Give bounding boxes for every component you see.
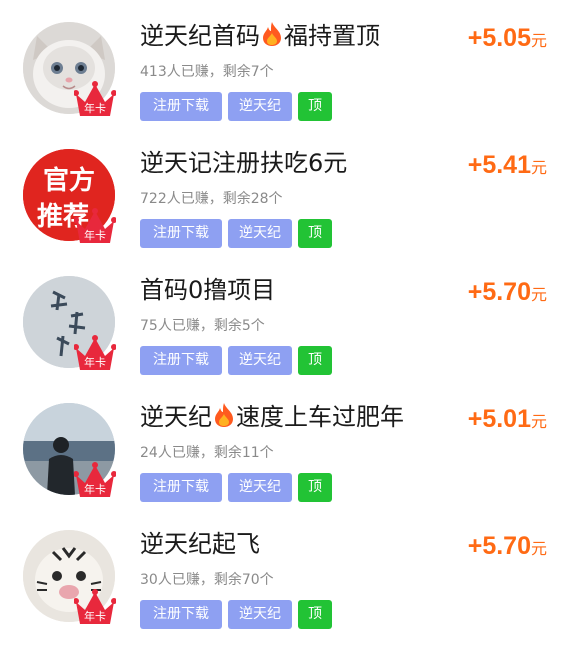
pin-top-tag[interactable]: 顶 — [298, 92, 332, 121]
crown-icon: 年卡 — [74, 335, 116, 370]
reward-amount: +5.70元 — [468, 532, 547, 561]
fire-icon — [263, 22, 281, 46]
avatar: 官方 推荐 年卡 — [23, 149, 117, 243]
item-stats: 75人已赚，剩余5个 — [140, 318, 265, 334]
avatar-text: 官方 — [43, 165, 95, 196]
avatar: 年卡 — [23, 403, 117, 497]
register-download-button[interactable]: 注册下载 — [140, 600, 222, 629]
register-download-button[interactable]: 注册下载 — [140, 219, 222, 248]
item-title: 逆天纪首码 福持置顶 — [140, 20, 380, 52]
title-part: 首码0撸项目 — [140, 276, 276, 304]
brand-tag[interactable]: 逆天纪 — [228, 92, 292, 121]
title-part: 速度上车过肥年 — [236, 403, 404, 431]
task-item[interactable]: 年卡 首码0撸项目 75人已赚，剩余5个 注册下载 逆天纪 顶 +5.70元 — [0, 254, 571, 381]
brand-tag[interactable]: 逆天纪 — [228, 600, 292, 629]
avatar: 年卡 — [23, 530, 117, 624]
badge-label: 年卡 — [84, 228, 106, 242]
reward-value: +5.70 — [467, 278, 531, 306]
task-item[interactable]: 年卡 逆天纪起飞 30人已赚，剩余70个 注册下载 逆天纪 顶 +5.70元 — [0, 508, 571, 635]
title-part: 逆天记注册扶吃6元 — [140, 149, 348, 177]
reward-unit: 元 — [530, 287, 547, 304]
task-item[interactable]: 年卡 逆天纪 速度上车过肥年 24人已赚，剩余11个 注册下载 逆天纪 顶 +5.… — [0, 381, 571, 508]
badge-label: 年卡 — [84, 609, 106, 623]
reward-unit: 元 — [530, 414, 547, 431]
register-download-button[interactable]: 注册下载 — [140, 346, 222, 375]
item-title: 逆天纪起飞 — [140, 528, 260, 560]
reward-value: +5.70 — [467, 532, 531, 560]
item-title: 首码0撸项目 — [140, 274, 275, 306]
reward-value: +5.41 — [467, 151, 531, 179]
crown-icon: 年卡 — [74, 208, 116, 243]
reward-amount: +5.01元 — [468, 405, 547, 434]
reward-value: +5.01 — [467, 405, 531, 433]
task-item[interactable]: 年卡 逆天纪首码 福持置顶 413人已赚，剩余7个 注册下载 逆天纪 顶 +5.0… — [0, 0, 571, 127]
reward-unit: 元 — [530, 541, 547, 558]
title-part: 福持置顶 — [284, 22, 380, 50]
item-title: 逆天纪 速度上车过肥年 — [140, 401, 404, 433]
avatar: 年卡 — [23, 22, 117, 116]
pin-top-tag[interactable]: 顶 — [298, 219, 332, 248]
brand-tag[interactable]: 逆天纪 — [228, 473, 292, 502]
fire-icon — [215, 403, 233, 427]
crown-icon: 年卡 — [74, 589, 116, 624]
brand-tag[interactable]: 逆天纪 — [228, 346, 292, 375]
item-stats: 413人已赚，剩余7个 — [140, 64, 274, 80]
reward-amount: +5.05元 — [468, 24, 547, 53]
badge-label: 年卡 — [84, 101, 106, 115]
item-title: 逆天记注册扶吃6元 — [140, 147, 347, 179]
register-download-button[interactable]: 注册下载 — [140, 92, 222, 121]
register-download-button[interactable]: 注册下载 — [140, 473, 222, 502]
reward-amount: +5.70元 — [468, 278, 547, 307]
item-stats: 30人已赚，剩余70个 — [140, 572, 274, 588]
title-part: 逆天纪起飞 — [140, 530, 260, 558]
crown-icon: 年卡 — [74, 462, 116, 497]
item-stats: 24人已赚，剩余11个 — [140, 445, 274, 461]
avatar: 年卡 — [23, 276, 117, 370]
item-stats: 722人已赚，剩余28个 — [140, 191, 283, 207]
title-part: 逆天纪 — [140, 403, 212, 431]
pin-top-tag[interactable]: 顶 — [298, 473, 332, 502]
reward-unit: 元 — [530, 160, 547, 177]
badge-label: 年卡 — [84, 482, 106, 496]
badge-label: 年卡 — [84, 355, 106, 369]
pin-top-tag[interactable]: 顶 — [298, 346, 332, 375]
task-item[interactable]: 官方 推荐 年卡 逆天记注册扶吃6元 722人已赚，剩余28个 注册下载 逆天纪… — [0, 127, 571, 254]
task-list: 年卡 逆天纪首码 福持置顶 413人已赚，剩余7个 注册下载 逆天纪 顶 +5.0… — [0, 0, 571, 650]
pin-top-tag[interactable]: 顶 — [298, 600, 332, 629]
title-part: 逆天纪首码 — [140, 22, 260, 50]
reward-amount: +5.41元 — [468, 151, 547, 180]
reward-unit: 元 — [530, 33, 547, 50]
brand-tag[interactable]: 逆天纪 — [228, 219, 292, 248]
crown-icon: 年卡 — [74, 81, 116, 116]
reward-value: +5.05 — [467, 24, 531, 52]
